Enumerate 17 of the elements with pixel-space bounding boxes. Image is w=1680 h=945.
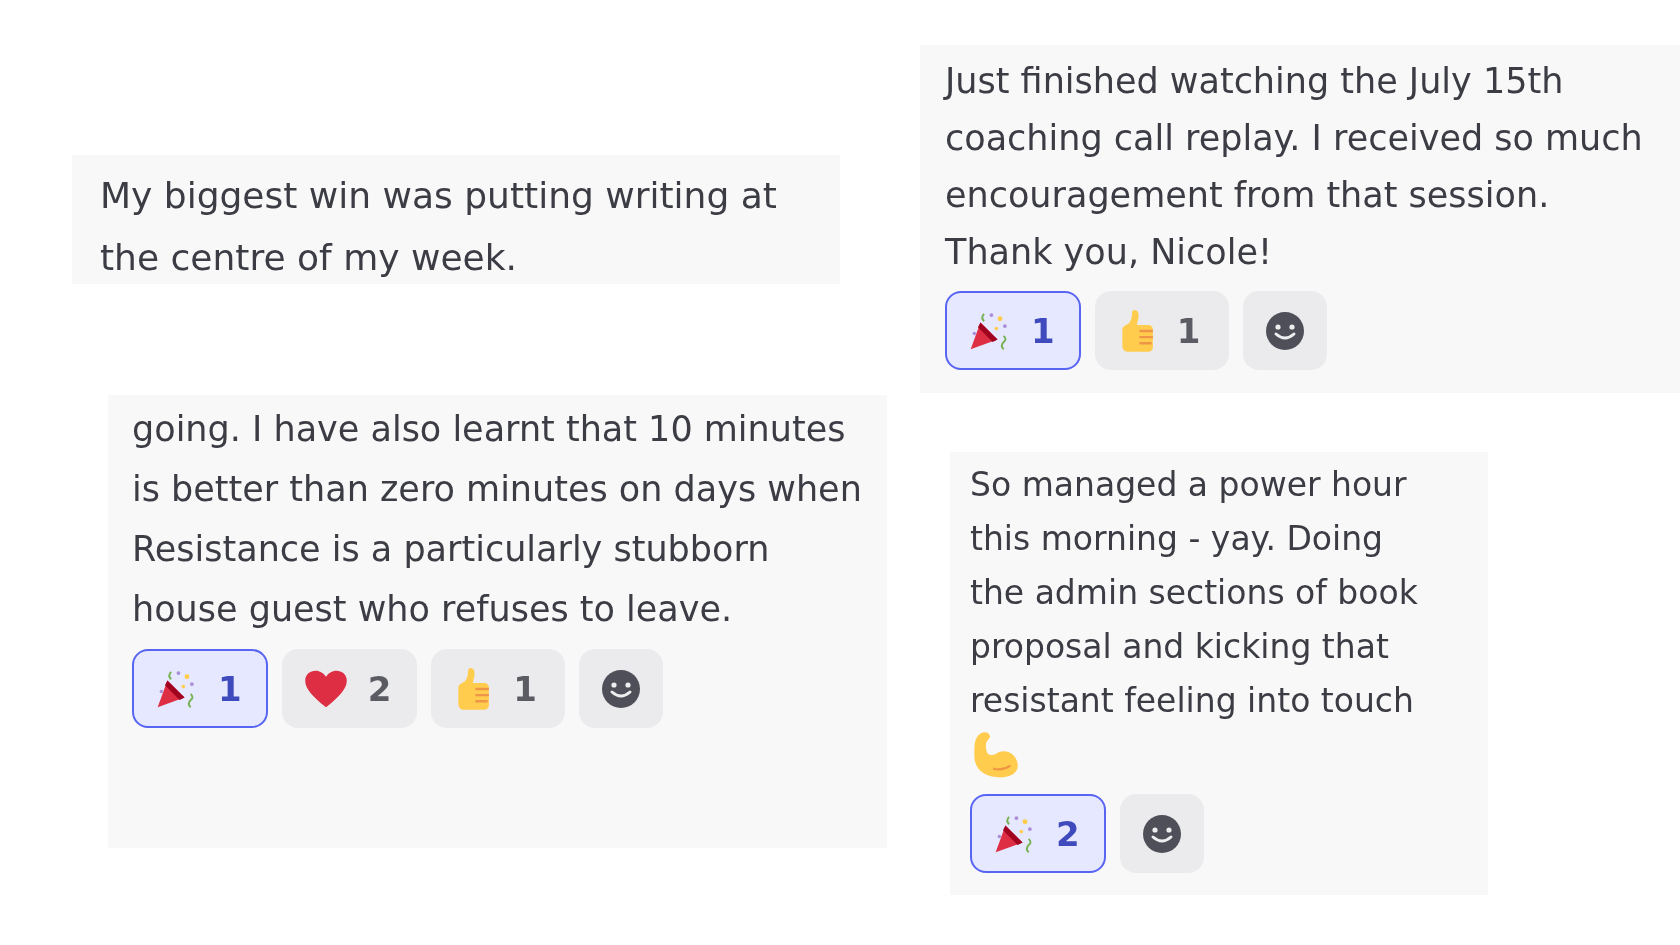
add-reaction-icon <box>1264 310 1305 351</box>
reaction-button[interactable]: 1 <box>945 291 1081 370</box>
reaction-button[interactable]: 1 <box>431 649 566 728</box>
message-text: going. I have also learnt that 10 minutes is better than zero minutes on days when Resistance is a particularly stubborn house guest who refuses to leave. <box>132 409 862 629</box>
add-reaction-button[interactable] <box>1242 291 1327 370</box>
add-reaction-icon <box>1141 813 1182 854</box>
add-reaction-icon <box>601 668 642 709</box>
reaction-button[interactable]: 1 <box>1094 291 1229 370</box>
reaction-button[interactable]: 2 <box>281 649 418 728</box>
message-text: Just finished watching the July 15th coaching call replay. I received so much encouragement from that session. Thank you, Nicole! <box>945 61 1643 272</box>
message-text: My biggest win was putting writing at the centre of my week. <box>100 175 777 278</box>
heart-icon <box>303 668 348 709</box>
reaction-button[interactable]: 2 <box>970 794 1106 873</box>
message-text: So managed a power hour this morning - yay. Doing the admin sections of book proposal and kicking that resistant feeling into touch <box>970 465 1418 720</box>
reaction-button[interactable]: 1 <box>132 649 268 728</box>
add-reaction-button[interactable] <box>579 649 664 728</box>
add-reaction-button[interactable] <box>1119 794 1204 873</box>
